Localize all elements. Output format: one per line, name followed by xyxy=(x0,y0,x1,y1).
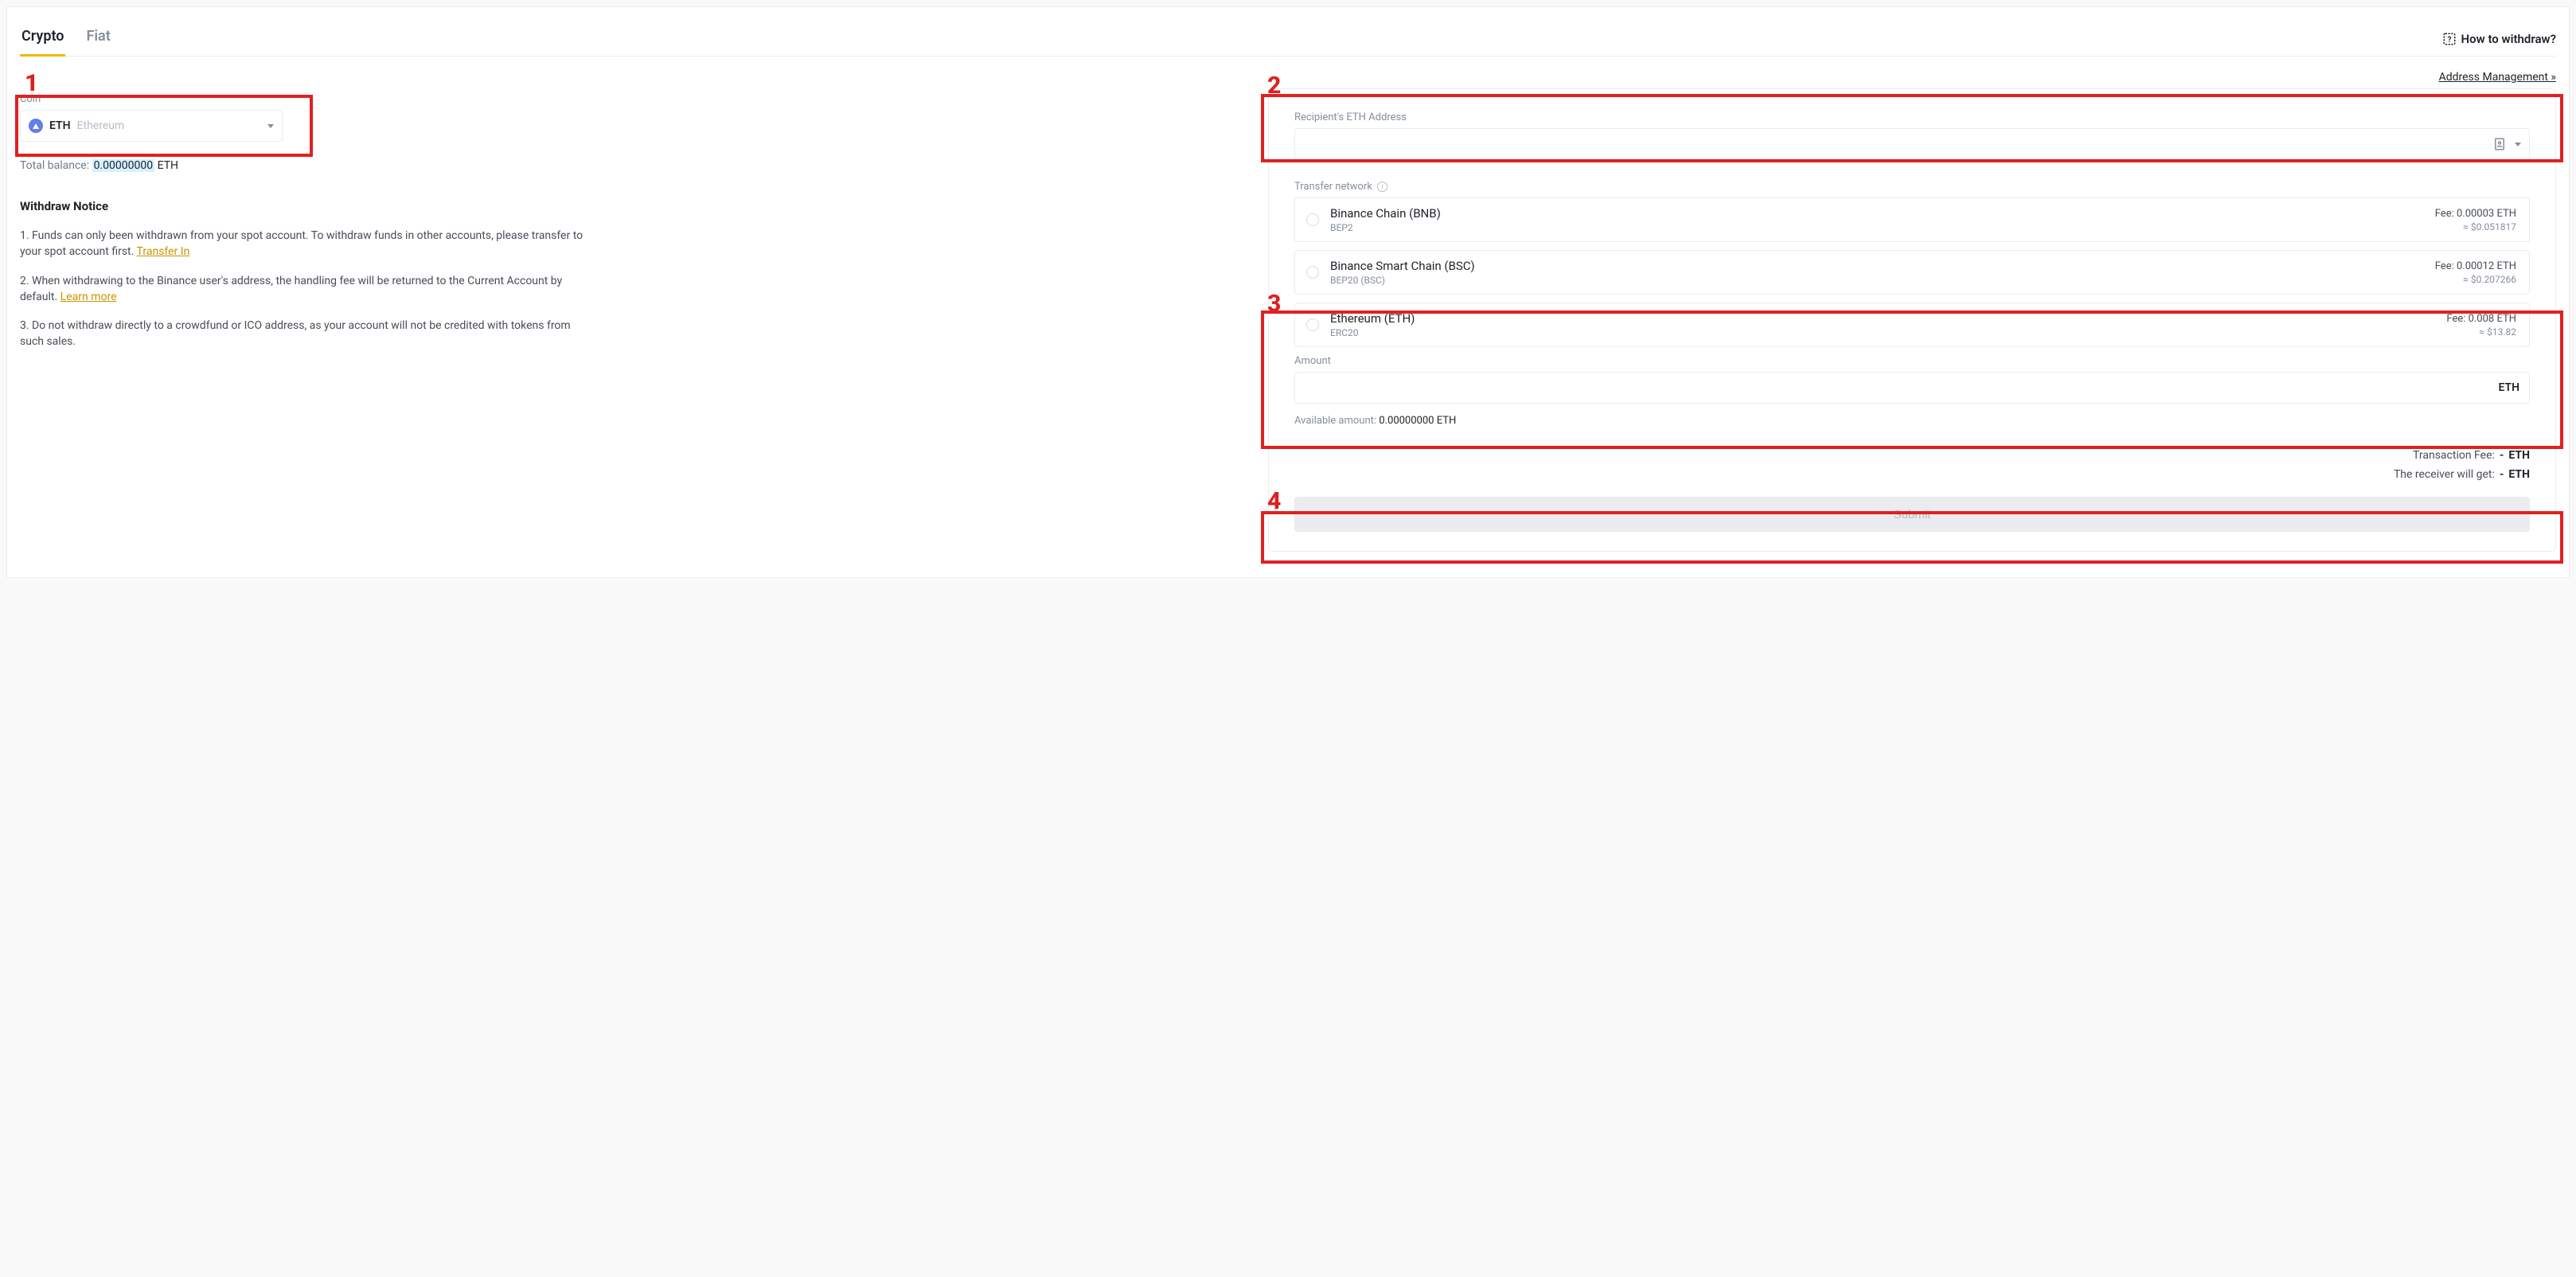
address-management-row: Address Management » xyxy=(20,71,2556,84)
network-fee: Fee: 0.00012 ETH xyxy=(2435,260,2516,272)
receive-value: - xyxy=(2500,468,2504,481)
network-sub: BEP20 (BSC) xyxy=(1330,275,2424,286)
info-icon[interactable]: i xyxy=(1377,182,1388,192)
network-option-bsc[interactable]: Binance Smart Chain (BSC) BEP20 (BSC) Fe… xyxy=(1294,250,2530,295)
withdraw-page: Crypto Fiat ? How to withdraw? Address M… xyxy=(6,6,2570,578)
summary: Transaction Fee: - ETH The receiver will… xyxy=(1294,449,2530,481)
address-management-link[interactable]: Address Management » xyxy=(2439,71,2556,84)
network-option-bnb[interactable]: Binance Chain (BNB) BEP2 Fee: 0.00003 ET… xyxy=(1294,197,2530,242)
coin-symbol: ETH xyxy=(49,119,71,132)
amount-input[interactable] xyxy=(1305,381,2492,395)
recipient-address-input-wrap xyxy=(1294,128,2530,160)
how-to-withdraw-label: How to withdraw? xyxy=(2461,32,2556,46)
network-name: Binance Chain (BNB) xyxy=(1330,206,2424,221)
network-sub: ERC20 xyxy=(1330,327,2435,338)
left-panel: Coin ETH Ethereum Total balance: 0.00000… xyxy=(20,88,1255,552)
available-label: Available amount: xyxy=(1294,415,1376,427)
notice-text: 1. Funds can only been withdrawn from yo… xyxy=(20,229,583,258)
network-fee: Fee: 0.008 ETH xyxy=(2446,313,2516,325)
address-label: Recipient's ETH Address xyxy=(1294,111,2530,123)
tx-fee-symbol: ETH xyxy=(2508,449,2530,462)
recipient-address-input[interactable] xyxy=(1303,138,2484,150)
transfer-network-label: Transfer network i xyxy=(1294,181,2530,193)
help-icon: ? xyxy=(2442,32,2457,46)
total-balance-row: Total balance: 0.00000000 ETH xyxy=(20,159,1255,172)
amount-label: Amount xyxy=(1294,355,2530,367)
network-name: Binance Smart Chain (BSC) xyxy=(1330,259,2424,273)
network-fee: Fee: 0.00003 ETH xyxy=(2435,208,2516,220)
amount-input-wrap: ETH xyxy=(1294,372,2530,404)
right-panel: Recipient's ETH Address Transfer network… xyxy=(1268,88,2556,552)
withdraw-notice-list: 1. Funds can only been withdrawn from yo… xyxy=(20,228,1255,350)
network-fee-usd: ≈ $0.207266 xyxy=(2435,274,2516,285)
tx-fee-value: - xyxy=(2500,449,2504,462)
annotation-number-3: 3 xyxy=(1267,290,1281,318)
coin-label: Coin xyxy=(20,93,1255,105)
notice-item: 2. When withdrawing to the Binance user'… xyxy=(20,273,593,306)
network-sub: BEP2 xyxy=(1330,222,2424,233)
eth-coin-icon xyxy=(29,119,43,133)
total-balance-value: 0.00000000 xyxy=(92,159,155,172)
network-fee-usd: ≈ $0.051817 xyxy=(2435,221,2516,232)
chevron-down-icon xyxy=(267,124,274,128)
address-book-icon[interactable] xyxy=(2492,137,2507,151)
withdraw-notice-title: Withdraw Notice xyxy=(20,199,1255,213)
network-option-eth[interactable]: Ethereum (ETH) ERC20 Fee: 0.008 ETH ≈ $1… xyxy=(1294,303,2530,347)
annotation-number-4: 4 xyxy=(1267,487,1281,515)
chevron-down-icon[interactable] xyxy=(2515,143,2521,146)
tab-crypto[interactable]: Crypto xyxy=(20,20,65,56)
radio-icon xyxy=(1306,213,1319,226)
notice-text: 3. Do not withdraw directly to a crowdfu… xyxy=(20,319,571,348)
tx-fee-label: Transaction Fee: xyxy=(2413,449,2495,462)
amount-symbol: ETH xyxy=(2498,381,2519,394)
learn-more-link[interactable]: Learn more xyxy=(60,291,117,303)
transfer-network-label-text: Transfer network xyxy=(1294,181,1372,193)
top-row: Crypto Fiat ? How to withdraw? xyxy=(20,20,2556,57)
network-name: Ethereum (ETH) xyxy=(1330,311,2435,326)
submit-button[interactable]: Submit xyxy=(1294,497,2530,532)
tabs: Crypto Fiat xyxy=(20,20,112,56)
receive-label: The receiver will get: xyxy=(2394,468,2495,481)
receive-row: The receiver will get: - ETH xyxy=(1294,468,2530,481)
coin-name: Ethereum xyxy=(77,119,125,132)
total-balance-label: Total balance: xyxy=(20,159,89,172)
columns: Coin ETH Ethereum Total balance: 0.00000… xyxy=(20,88,2556,552)
tx-fee-row: Transaction Fee: - ETH xyxy=(1294,449,2530,462)
radio-icon xyxy=(1306,318,1319,331)
tab-fiat[interactable]: Fiat xyxy=(84,20,111,56)
svg-text:?: ? xyxy=(2447,36,2451,45)
receive-symbol: ETH xyxy=(2508,468,2530,481)
total-balance-symbol: ETH xyxy=(158,159,178,172)
notice-item: 1. Funds can only been withdrawn from yo… xyxy=(20,228,593,260)
how-to-withdraw-link[interactable]: ? How to withdraw? xyxy=(2442,32,2556,56)
available-value: 0.00000000 ETH xyxy=(1379,415,1456,427)
available-amount-row: Available amount: 0.00000000 ETH xyxy=(1294,415,2530,427)
notice-item: 3. Do not withdraw directly to a crowdfu… xyxy=(20,318,593,350)
radio-icon xyxy=(1306,266,1319,279)
coin-select[interactable]: ETH Ethereum xyxy=(20,110,283,142)
transfer-in-link[interactable]: Transfer In xyxy=(137,245,190,258)
network-fee-usd: ≈ $13.82 xyxy=(2446,326,2516,338)
